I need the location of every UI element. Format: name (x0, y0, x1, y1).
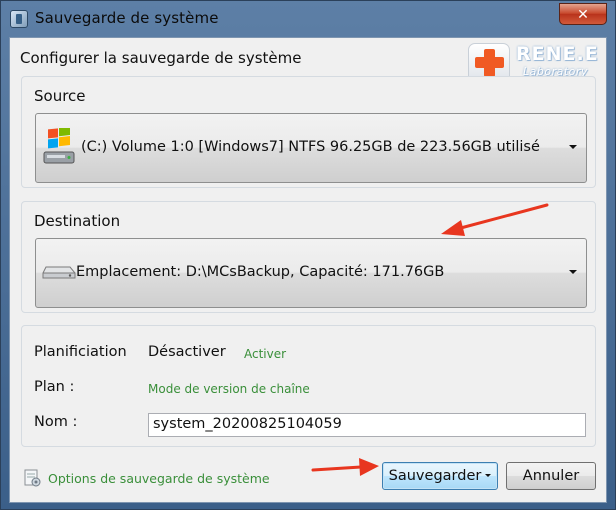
windows-drive-icon (43, 128, 75, 164)
backup-window: Sauvegarde de système ✕ Configurer la sa… (0, 0, 616, 510)
source-group: Source (C:) Volume 1:0 [Windows7] NTFS 9… (21, 76, 596, 188)
cancel-button[interactable]: Annuler (506, 462, 596, 490)
plan-label: Plan : (34, 379, 75, 395)
schedule-group: Planificiation Désactiver Activer Plan :… (21, 325, 596, 447)
name-field[interactable]: system_20200825104059 (148, 413, 586, 437)
page-title: Configurer la sauvegarde de système (20, 49, 302, 67)
save-button-label: Sauvegarder (388, 468, 482, 484)
window-title: Sauvegarde de système (35, 9, 219, 27)
planification-label: Planificiation (34, 344, 127, 360)
app-icon (10, 10, 28, 28)
chevron-down-icon[interactable] (569, 270, 577, 274)
activate-link[interactable]: Activer (244, 347, 286, 361)
destination-select[interactable]: Emplacement: D:\MCsBackup, Capacité: 171… (35, 238, 587, 308)
title-bar[interactable]: Sauvegarde de système ✕ (1, 1, 615, 35)
plan-mode-link[interactable]: Mode de version de chaîne (148, 382, 310, 396)
logo-text: RENE.E (516, 43, 599, 65)
planification-value: Désactiver (148, 344, 226, 360)
close-button[interactable]: ✕ (559, 3, 607, 25)
annotation-arrow-icon (441, 203, 549, 236)
chevron-down-icon[interactable] (485, 473, 492, 477)
destination-label: Destination (34, 212, 121, 230)
source-label: Source (34, 87, 86, 105)
chevron-down-icon[interactable] (569, 145, 577, 149)
save-button[interactable]: Sauvegarder (382, 462, 498, 490)
dialog-body: Configurer la sauvegarde de système RENE… (9, 37, 607, 503)
name-label: Nom : (34, 414, 78, 430)
source-value: (C:) Volume 1:0 [Windows7] NTFS 96.25GB … (81, 139, 540, 155)
disk-drive-icon (42, 266, 76, 279)
source-select[interactable]: (C:) Volume 1:0 [Windows7] NTFS 96.25GB … (35, 113, 587, 183)
destination-value: Emplacement: D:\MCsBackup, Capacité: 171… (76, 264, 445, 280)
backup-options-link[interactable]: Options de sauvegarde de système (48, 471, 270, 486)
annotation-arrow-icon (311, 458, 379, 476)
settings-document-icon (24, 469, 41, 487)
